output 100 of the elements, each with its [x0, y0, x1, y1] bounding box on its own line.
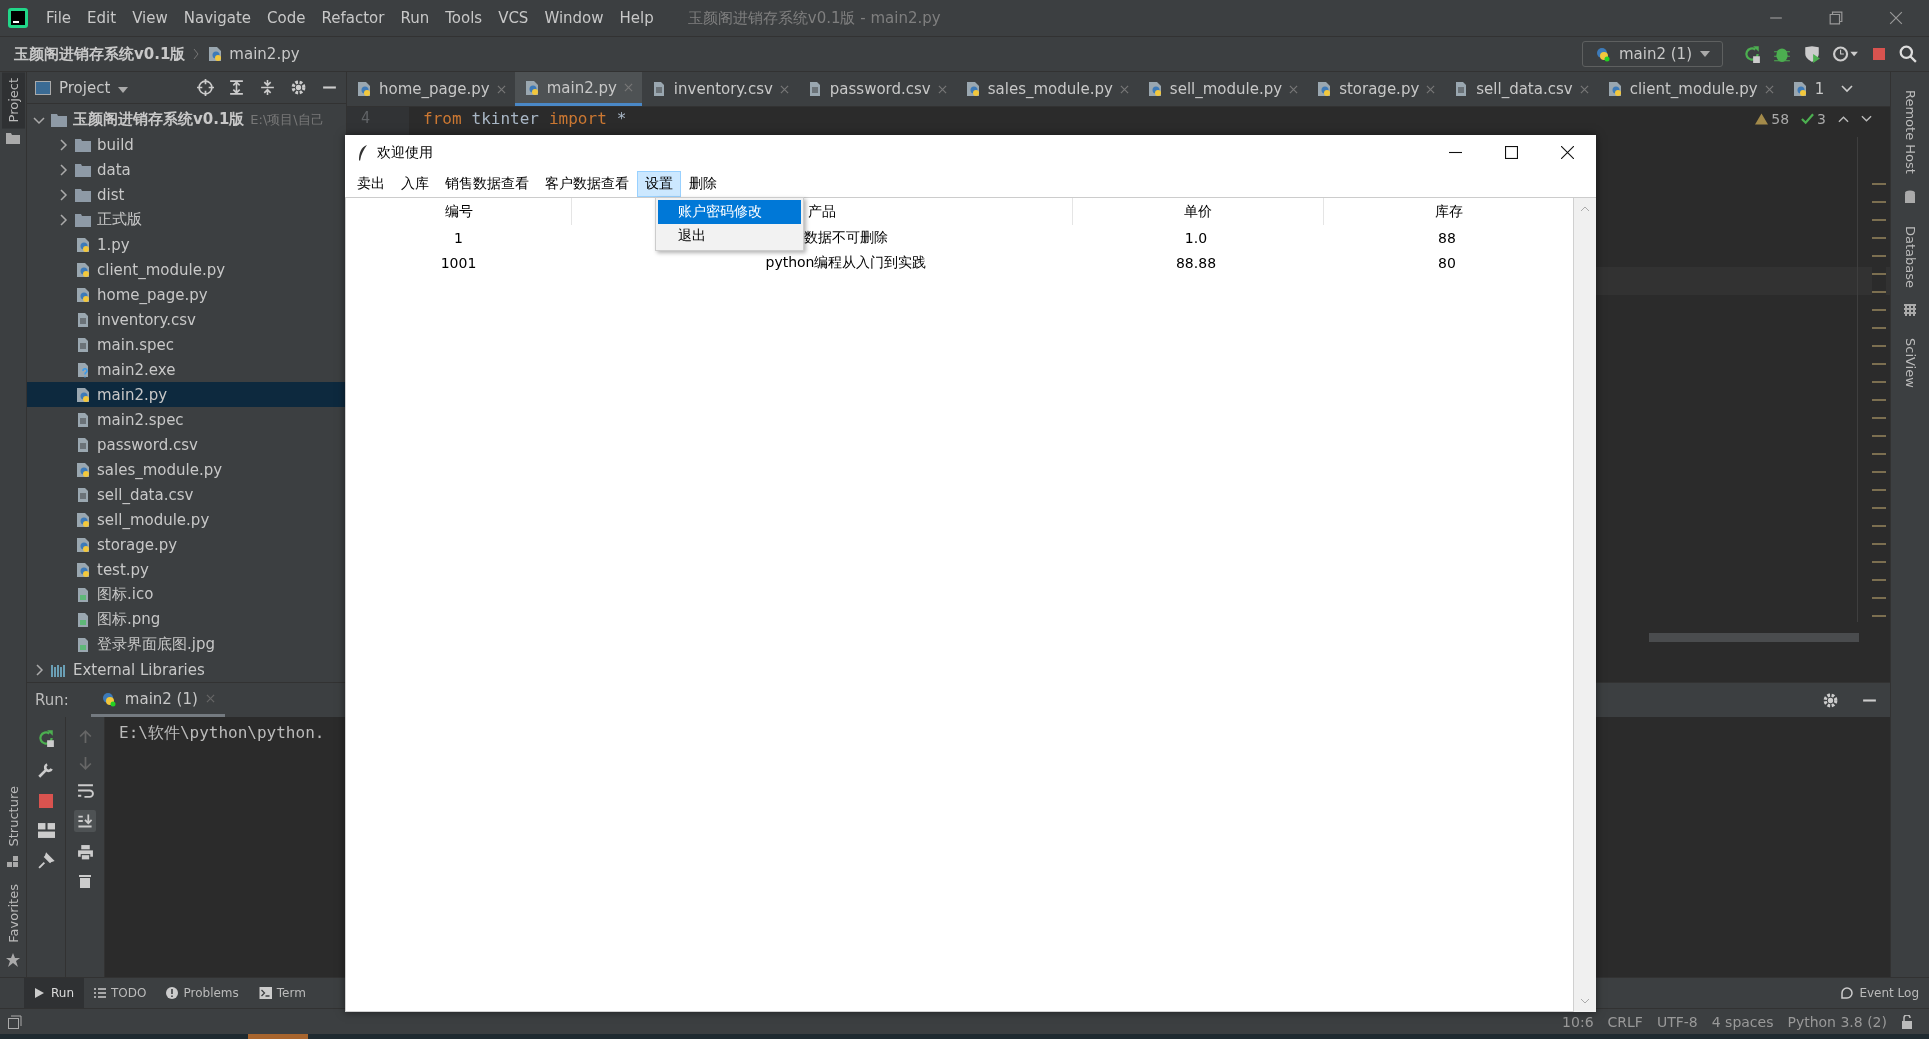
menu-item[interactable]: 退出	[658, 224, 801, 248]
tool-window-tab[interactable]: Problems	[156, 978, 249, 1008]
tool-window-tab[interactable]: Database	[1902, 219, 1918, 294]
tree-item[interactable]: dist	[97, 185, 125, 204]
column-header[interactable]: 单价	[1073, 198, 1324, 225]
menu-item[interactable]: 删除	[681, 170, 725, 197]
menu-item[interactable]: 客户数据查看	[537, 170, 637, 197]
collapse-all-icon[interactable]	[259, 79, 276, 96]
wrench-icon[interactable]	[37, 761, 55, 779]
run-config-dropdown[interactable]: main2 (1)	[1581, 41, 1723, 67]
breadcrumb-item[interactable]: main2.py	[229, 45, 300, 63]
tree-item[interactable]: 图标.ico	[97, 585, 154, 604]
trash-icon[interactable]	[77, 873, 93, 889]
tree-item[interactable]: password.csv	[97, 435, 198, 454]
editor-tab[interactable]: storage.py	[1307, 72, 1445, 106]
warning-count[interactable]: 58	[1755, 111, 1790, 127]
layout-icon[interactable]	[37, 823, 55, 838]
tree-item[interactable]: data	[97, 160, 131, 179]
settings-icon[interactable]	[290, 79, 307, 96]
tool-window-tab[interactable]: Run	[24, 978, 84, 1008]
menu-item[interactable]: View	[124, 9, 176, 27]
tree-item[interactable]: inventory.csv	[97, 310, 196, 329]
menu-item[interactable]: 销售数据查看	[437, 170, 537, 197]
menu-item[interactable]: Refactor	[313, 9, 393, 27]
column-header[interactable]: 库存	[1324, 198, 1573, 225]
shield-run-icon[interactable]	[1803, 45, 1821, 63]
soft-wrap-icon[interactable]	[76, 783, 94, 798]
typo-count[interactable]: 3	[1801, 111, 1826, 127]
menu-item[interactable]: 设置	[637, 170, 681, 197]
tool-window-tab[interactable]: Project	[1, 72, 25, 129]
event-log-button[interactable]: Event Log	[1830, 978, 1929, 1008]
tool-window-tab[interactable]: Term	[248, 978, 316, 1008]
tree-item[interactable]: 图标.png	[97, 610, 161, 629]
layout-toggle-icon[interactable]	[8, 1014, 22, 1029]
search-icon[interactable]	[1899, 45, 1917, 63]
status-item[interactable]: CRLF	[1607, 1013, 1643, 1030]
profile-icon[interactable]	[1833, 45, 1859, 63]
column-header[interactable]: 编号	[346, 198, 572, 225]
tree-item[interactable]: storage.py	[97, 535, 178, 554]
tool-window-tab[interactable]: Structure	[5, 779, 21, 853]
menu-item[interactable]: Run	[392, 9, 438, 27]
pin-icon[interactable]	[37, 852, 55, 869]
tree-item[interactable]: main.spec	[97, 335, 175, 354]
tree-item[interactable]: build	[97, 135, 134, 154]
rerun-icon[interactable]	[1743, 45, 1761, 63]
breadcrumb-item[interactable]: 玉颜阁进销存系统v0.1版	[14, 44, 186, 64]
chevron-down-icon[interactable]	[1841, 85, 1854, 93]
editor-tab[interactable]: client_module.py	[1597, 72, 1783, 106]
tree-item[interactable]: main2.spec	[97, 410, 184, 429]
settings-icon[interactable]	[1822, 691, 1839, 709]
tree-item[interactable]: test.py	[97, 560, 149, 579]
editor-tab[interactable]: sell_module.py	[1137, 72, 1308, 106]
tree-item[interactable]: main2.exe	[97, 360, 176, 379]
status-item[interactable]: Python 3.8 (2)	[1787, 1013, 1887, 1030]
expand-all-icon[interactable]	[228, 79, 245, 96]
editor-tab[interactable]: main2.py	[514, 72, 642, 106]
editor-tab[interactable]: sales_module.py	[955, 72, 1138, 106]
rerun-icon[interactable]	[37, 729, 55, 747]
menu-item[interactable]: 卖出	[349, 170, 393, 197]
tool-window-tab[interactable]: TODO	[84, 978, 157, 1008]
tree-item[interactable]: External Libraries	[73, 660, 205, 679]
menu-item[interactable]: File	[38, 9, 80, 27]
editor-tab[interactable]: 1	[1782, 72, 1834, 106]
maximize-icon[interactable]	[1505, 146, 1518, 159]
menu-item[interactable]: VCS	[490, 9, 537, 27]
editor-tab[interactable]: inventory.csv	[641, 72, 798, 106]
tree-item[interactable]: client_module.py	[97, 260, 226, 279]
tool-window-tab[interactable]: Remote Host	[1902, 84, 1918, 180]
menu-item[interactable]: Code	[259, 9, 314, 27]
tree-item[interactable]: 登录界面底图.jpg	[97, 635, 215, 654]
menu-item[interactable]: Tools	[437, 9, 491, 27]
chevron-up-icon[interactable]	[1838, 115, 1849, 123]
chevron-down-icon[interactable]	[1861, 115, 1872, 123]
tree-item[interactable]: 正式版	[97, 210, 142, 229]
menu-item[interactable]: Help	[611, 9, 662, 27]
stop-icon[interactable]	[1871, 46, 1887, 62]
status-item[interactable]: 10:6	[1562, 1013, 1594, 1030]
tree-item[interactable]: sales_module.py	[97, 460, 223, 479]
tree-item[interactable]: sell_module.py	[97, 510, 210, 529]
panel-title-dropdown[interactable]: Project	[59, 78, 129, 97]
tree-item[interactable]: main2.py	[97, 385, 168, 404]
scroll-to-end-icon[interactable]	[74, 810, 96, 832]
menu-item[interactable]: 入库	[393, 170, 437, 197]
tree-item[interactable]: 1.py	[97, 235, 130, 254]
status-item[interactable]: 4 spaces	[1711, 1013, 1774, 1030]
editor-tab[interactable]: password.csv	[797, 72, 956, 106]
status-item[interactable]: UTF-8	[1656, 1013, 1698, 1030]
menu-item[interactable]: Edit	[79, 9, 125, 27]
restore-icon[interactable]	[1829, 11, 1843, 25]
bug-icon[interactable]	[1773, 45, 1791, 63]
scrollbar[interactable]	[1649, 633, 1859, 642]
target-icon[interactable]	[197, 79, 214, 96]
print-icon[interactable]	[76, 844, 94, 861]
tree-item[interactable]: 玉颜阁进销存系统v0.1版	[73, 110, 245, 129]
tree-item[interactable]: sell_data.csv	[97, 485, 194, 504]
tree-item[interactable]: home_page.py	[97, 285, 208, 304]
menu-item[interactable]: 账户密码修改	[658, 200, 801, 224]
menu-item[interactable]: Navigate	[175, 9, 260, 27]
editor-tab[interactable]: sell_data.csv	[1444, 72, 1598, 106]
tool-window-tab[interactable]: SciView	[1902, 331, 1918, 394]
